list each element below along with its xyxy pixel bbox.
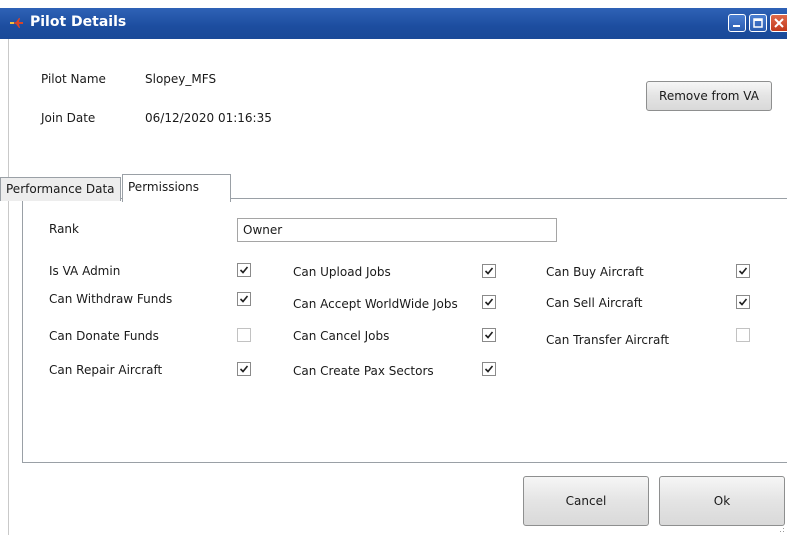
title-bar[interactable]: Pilot Details: [0, 8, 787, 39]
pilot-details-window: Pilot Details Pilot Name Slopey_MFS Join…: [0, 0, 787, 535]
join-date-label: Join Date: [41, 111, 96, 125]
checkmark-icon: [484, 267, 494, 275]
checkmark-icon: [484, 365, 494, 373]
checkmark-icon: [239, 266, 249, 274]
perm-label-can-buy-aircraft: Can Buy Aircraft: [546, 265, 644, 279]
checkbox-is-va-admin[interactable]: [237, 263, 251, 277]
checkmark-icon: [484, 331, 494, 339]
aircraft-icon: [10, 18, 23, 28]
perm-label-can-donate-funds: Can Donate Funds: [49, 329, 159, 343]
checkbox-can-create-pax-sectors[interactable]: [482, 362, 496, 376]
maximize-button[interactable]: [749, 14, 767, 32]
checkmark-icon: [239, 295, 249, 303]
window-title: Pilot Details: [30, 14, 127, 30]
checkmark-icon: [239, 365, 249, 373]
perm-label-can-cancel-jobs: Can Cancel Jobs: [293, 329, 390, 343]
checkmark-icon: [738, 267, 748, 275]
checkbox-can-accept-worldwide-jobs[interactable]: [482, 295, 496, 309]
perm-label-can-transfer-aircraft: Can Transfer Aircraft: [546, 333, 670, 347]
checkbox-can-repair-aircraft[interactable]: [237, 362, 251, 376]
perm-label-is-va-admin: Is VA Admin: [49, 264, 121, 278]
ok-button[interactable]: Ok: [659, 476, 785, 526]
tab-performance-data[interactable]: Performance Data: [0, 177, 121, 201]
rank-input[interactable]: Owner: [237, 218, 557, 242]
checkbox-can-buy-aircraft[interactable]: [736, 264, 750, 278]
perm-label-can-withdraw-funds: Can Withdraw Funds: [49, 292, 173, 306]
remove-from-va-button[interactable]: Remove from VA: [646, 81, 772, 111]
perm-label-can-upload-jobs: Can Upload Jobs: [293, 265, 391, 279]
checkbox-can-upload-jobs[interactable]: [482, 264, 496, 278]
checkmark-icon: [484, 298, 494, 306]
perm-label-can-repair-aircraft: Can Repair Aircraft: [49, 363, 163, 377]
join-date-value: 06/12/2020 01:16:35: [145, 111, 272, 125]
close-button[interactable]: [770, 14, 787, 32]
checkmark-icon: [738, 298, 748, 306]
close-icon: [774, 18, 784, 28]
perm-label-can-sell-aircraft: Can Sell Aircraft: [546, 296, 643, 310]
tab-permissions[interactable]: Permissions: [122, 174, 231, 202]
cancel-button[interactable]: Cancel: [523, 476, 649, 526]
pilot-name-label: Pilot Name: [41, 72, 106, 86]
window-left-border: [0, 39, 9, 535]
minimize-icon: [733, 25, 740, 27]
checkbox-can-sell-aircraft[interactable]: [736, 295, 750, 309]
resize-grip-icon[interactable]: [777, 526, 785, 534]
rank-label: Rank: [49, 222, 79, 236]
minimize-button[interactable]: [728, 14, 746, 32]
checkbox-can-donate-funds[interactable]: [237, 328, 251, 342]
checkbox-can-transfer-aircraft[interactable]: [736, 328, 750, 342]
perm-label-can-accept-worldwide-jobs: Can Accept WorldWide Jobs: [293, 297, 458, 311]
pilot-name-value: Slopey_MFS: [145, 72, 217, 86]
checkbox-can-withdraw-funds[interactable]: [237, 292, 251, 306]
perm-label-can-create-pax-sectors: Can Create Pax Sectors: [293, 364, 434, 378]
checkbox-can-cancel-jobs[interactable]: [482, 328, 496, 342]
maximize-icon: [753, 18, 763, 28]
